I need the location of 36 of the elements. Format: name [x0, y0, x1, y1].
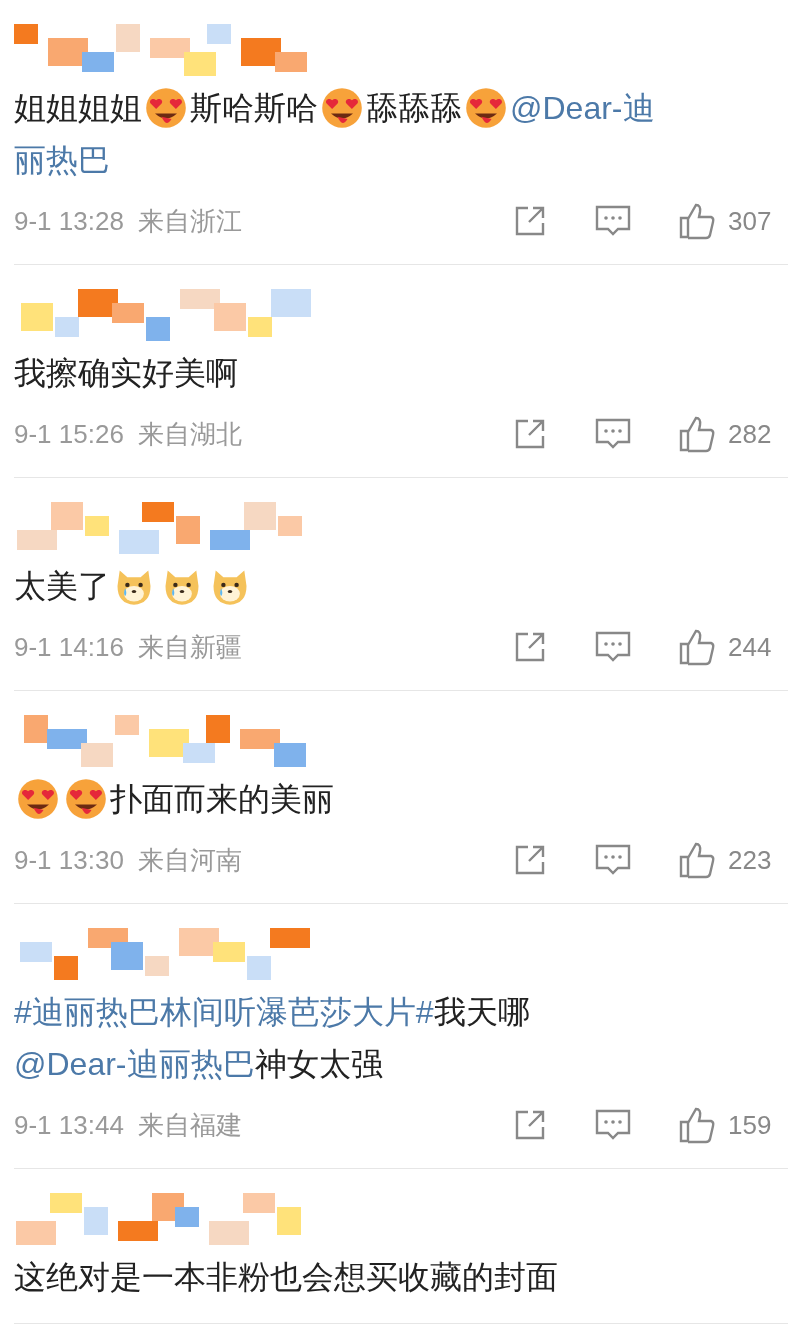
- thumbs-up-icon[interactable]: [678, 628, 716, 666]
- comment-location: 来自湖北: [137, 417, 242, 451]
- mention-link[interactable]: @Dear-迪丽热巴: [14, 1038, 255, 1090]
- like-count: 244: [728, 631, 773, 663]
- heart-eyes-emoji-icon: [320, 86, 364, 130]
- comment-time: 9-1 15:26: [14, 418, 124, 450]
- thumbs-up-icon[interactable]: [678, 1106, 716, 1144]
- comment-time: 9-1 13:28: [14, 205, 124, 237]
- mention-link[interactable]: #迪丽热巴林间听瀑芭莎大片#: [14, 986, 434, 1038]
- comment-text: 我擦确实好美啊: [14, 354, 239, 393]
- comment-text: 太美了: [14, 560, 788, 612]
- comment-text: @Dear-迪丽热巴神女太强: [14, 1038, 788, 1090]
- thumbs-up-icon[interactable]: [678, 202, 716, 240]
- comment-text: 扑面而来的美丽: [14, 773, 788, 825]
- thumbs-up-icon[interactable]: [678, 841, 716, 879]
- heart-eyes-emoji-icon: [64, 777, 108, 821]
- comment-location: 来自新疆: [137, 630, 242, 664]
- like-count: 307: [728, 205, 773, 237]
- comment-location: 来自河南: [137, 843, 242, 877]
- like-count: 159: [728, 1109, 773, 1141]
- like-count: 282: [728, 418, 773, 450]
- comment-time: 9-1 13:44: [14, 1109, 124, 1141]
- mention-link[interactable]: @Dear-迪: [510, 82, 655, 134]
- heart-eyes-emoji-icon: [16, 777, 60, 821]
- mention-link[interactable]: 丽热巴: [14, 134, 110, 186]
- comment-location: 来自浙江: [137, 204, 242, 238]
- like-count: 223: [728, 844, 773, 876]
- comment-location: 来自福建: [137, 1108, 242, 1142]
- comment-text: 这绝对是一本非粉也会想买收藏的封面: [14, 1258, 559, 1297]
- heart-eyes-emoji-icon: [464, 86, 508, 130]
- comment-time: 9-1 13:30: [14, 844, 124, 876]
- comment-text: #迪丽热巴林间听瀑芭莎大片#我天哪: [14, 986, 788, 1038]
- heart-eyes-emoji-icon: [144, 86, 188, 130]
- thumbs-up-icon[interactable]: [678, 415, 716, 453]
- comment-text: 姐姐姐姐 斯哈斯哈 舔舔舔 @Dear-迪: [14, 82, 788, 134]
- comment-time: 9-1 14:16: [14, 631, 124, 663]
